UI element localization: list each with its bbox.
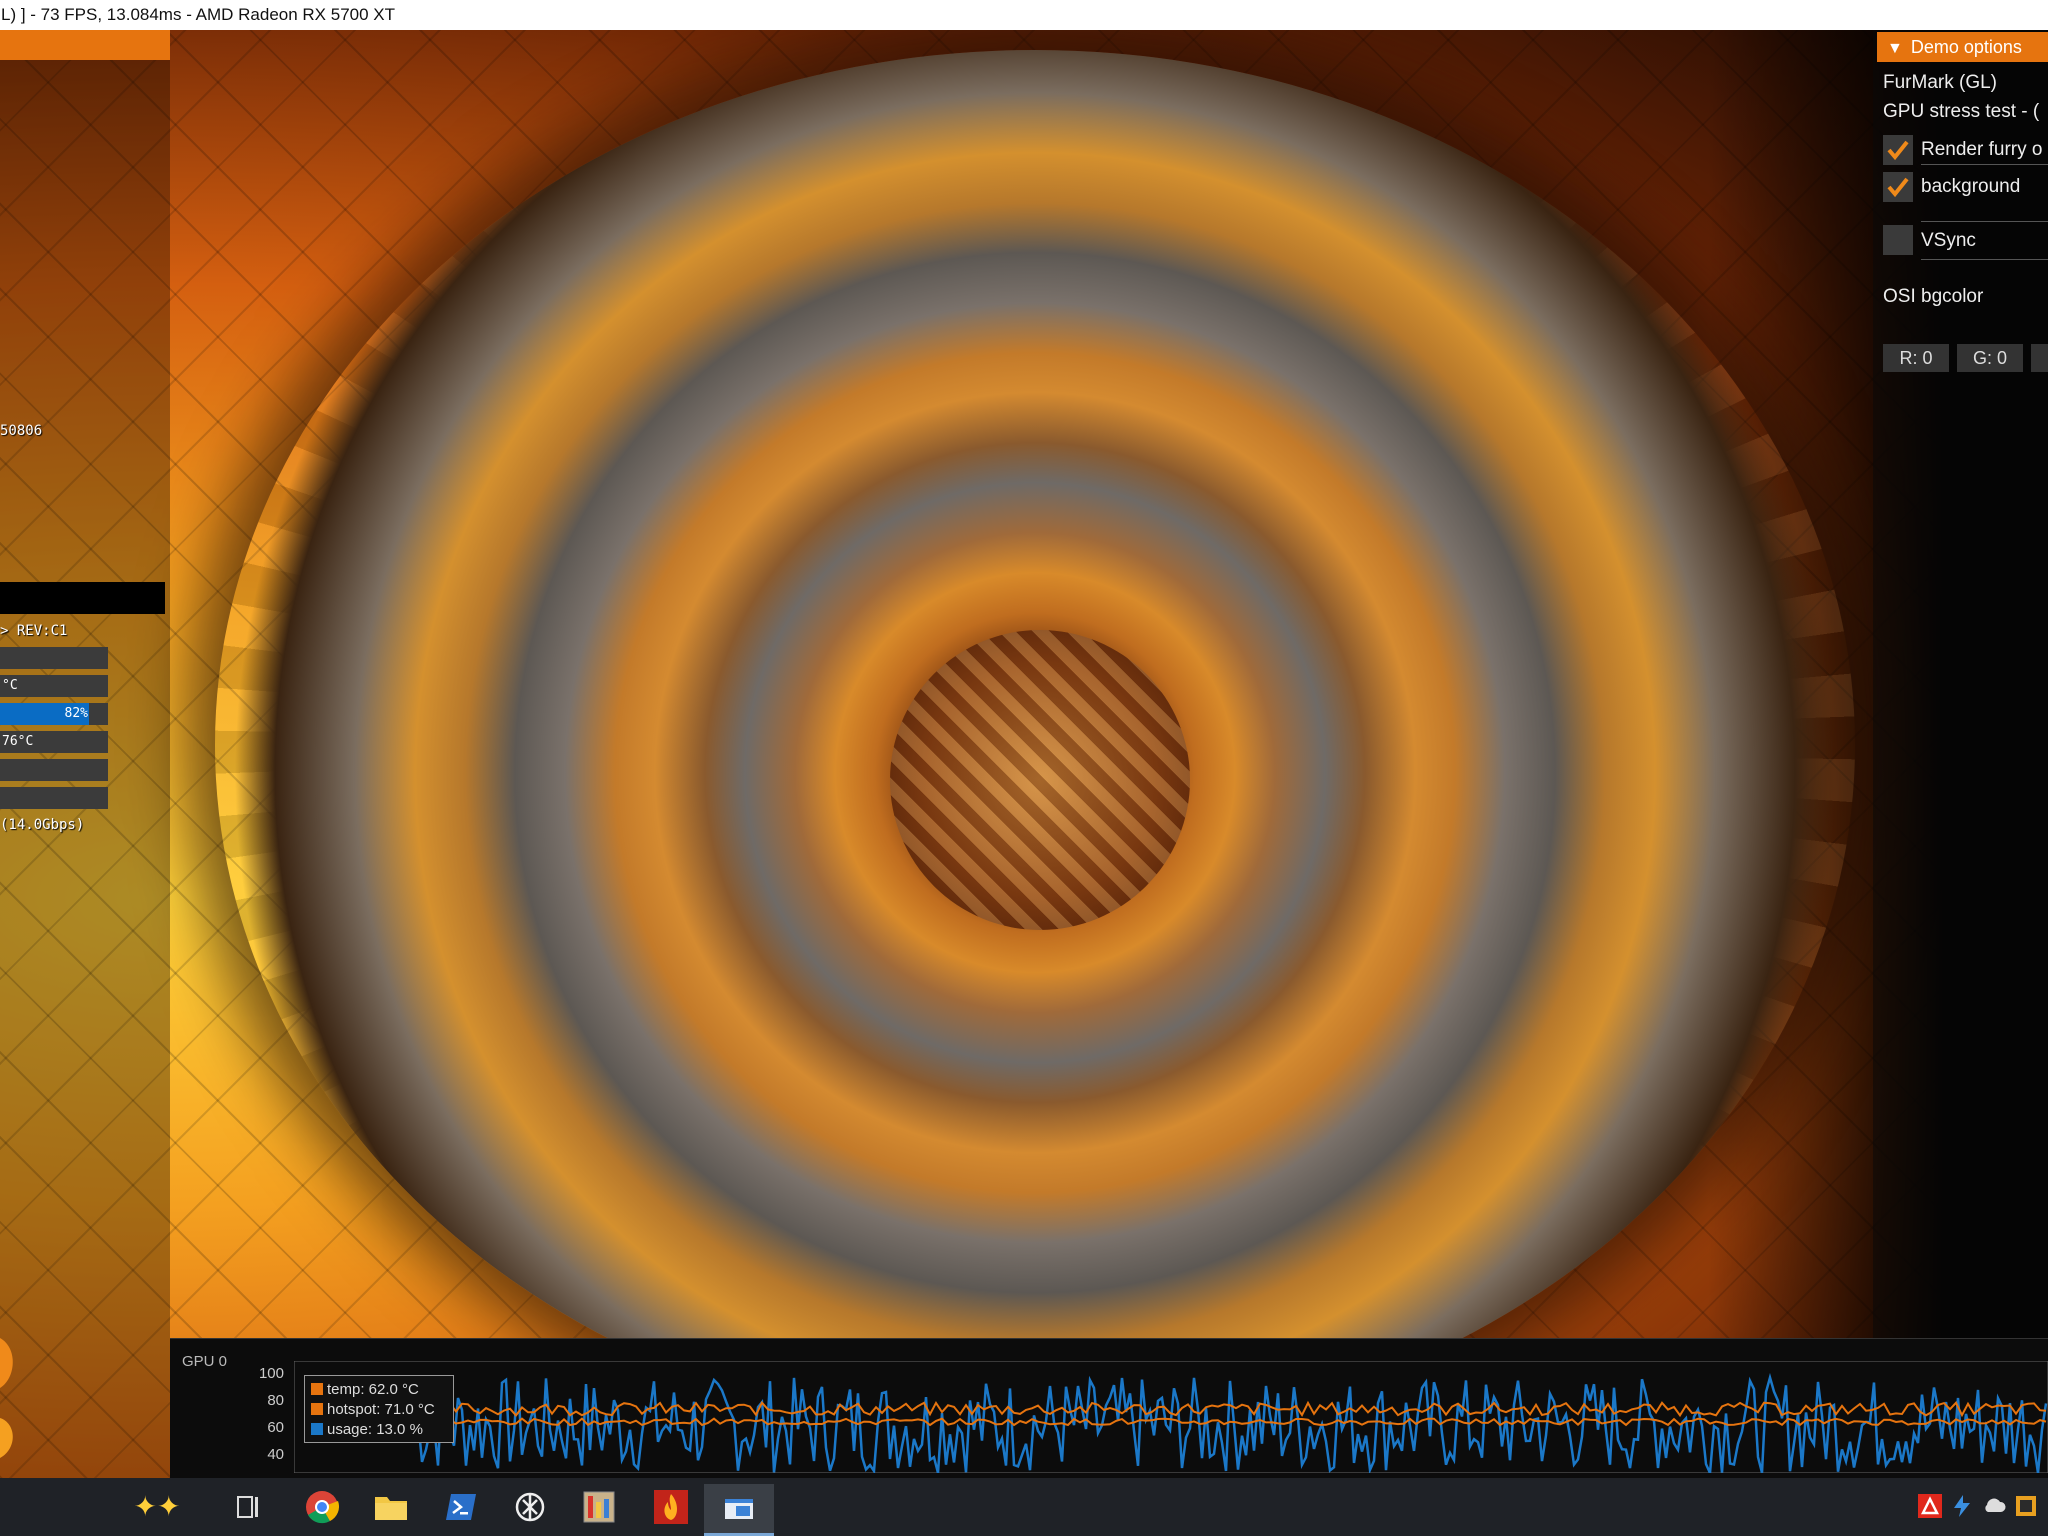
demo-options-header[interactable]: ▼ Demo options [1877, 32, 2048, 62]
chatgpt-icon[interactable] [507, 1484, 553, 1530]
chrome-icon[interactable] [299, 1484, 345, 1530]
bgcolor-label: OSI bgcolor [1883, 286, 1984, 307]
render-furry-checkbox[interactable] [1883, 135, 1913, 165]
gpu-monitor-icon[interactable] [576, 1484, 622, 1530]
window-title: L) ] - 73 FPS, 13.084ms - AMD Radeon RX … [0, 0, 2048, 30]
demo-options-panel: ▼ Demo options FurMark (GL) GPU stress te… [1873, 30, 2048, 1342]
usage-series-line [412, 1372, 2048, 1473]
ytick-100: 100 [258, 1365, 284, 1382]
flash-icon[interactable] [1950, 1494, 1974, 1518]
gpu-label: GPU 0 [182, 1353, 228, 1370]
file-explorer-icon[interactable] [368, 1484, 414, 1530]
osd-mem-line: (14.0Gbps) [0, 817, 85, 833]
separator [1921, 164, 2048, 165]
gpu-graph: GPU 0 100 80 60 40 temp: 62.0 °C hotspot… [170, 1338, 2048, 1479]
app-icon[interactable] [2014, 1494, 2038, 1518]
gpu-graph-plot [294, 1361, 2048, 1473]
osd-header [0, 30, 170, 60]
green-input[interactable]: G: 0 [1957, 344, 2023, 372]
osd-bar-6 [0, 787, 108, 809]
copilot-icon[interactable]: ✦✦ [118, 1484, 196, 1530]
legend-usage: usage: 13.0 % [311, 1420, 447, 1440]
taskbar: ✦✦ [0, 1478, 2048, 1536]
test-mode: GPU stress test - ( [1883, 101, 2040, 122]
osd-id-line: 50806 [0, 423, 43, 439]
app-name: FurMark (GL) [1883, 72, 1997, 93]
cloud-icon[interactable] [1982, 1494, 2006, 1518]
background-checkbox[interactable] [1883, 172, 1913, 202]
active-app-icon[interactable] [704, 1484, 774, 1536]
osd-hotspot-bar: 76°C [0, 731, 108, 753]
legend-temp: temp: 62.0 °C [311, 1380, 447, 1400]
legend-swatch [311, 1403, 323, 1415]
checkmark-icon [1887, 140, 1909, 161]
powershell-icon[interactable] [438, 1484, 484, 1530]
separator [1921, 259, 2048, 260]
osd-black-bar [0, 582, 165, 614]
render-furry-label: Render furry o [1921, 139, 2043, 160]
legend-swatch [311, 1423, 323, 1435]
collapse-triangle-icon[interactable]: ▼ [1887, 34, 1903, 62]
graph-legend: temp: 62.0 °C hotspot: 71.0 °C usage: 13… [304, 1375, 454, 1443]
red-input[interactable]: R: 0 [1883, 344, 1949, 372]
osd-usage-bar: 82% [0, 703, 108, 725]
ytick-40: 40 [267, 1446, 284, 1463]
fur-render-viewport [0, 30, 2048, 1478]
legend-swatch [311, 1383, 323, 1395]
separator [1921, 221, 2048, 222]
osd-bar-5 [0, 759, 108, 781]
osd-bar-1 [0, 647, 108, 669]
fur-donut-hole [890, 630, 1190, 930]
temp-series-line [413, 1417, 2047, 1427]
blue-input[interactable] [2031, 344, 2048, 372]
checkmark-icon [1887, 177, 1909, 198]
osd-panel: 50806 > REV:C1 °C 82% 76°C (14.0Gbps) [0, 30, 170, 1478]
osd-rev-line: > REV:C1 [0, 623, 68, 639]
amd-icon[interactable] [1918, 1494, 1942, 1518]
vsync-label: VSync [1921, 230, 1976, 251]
legend-hotspot: hotspot: 71.0 °C [311, 1400, 447, 1420]
ytick-60: 60 [267, 1419, 284, 1436]
background-label: background [1921, 176, 2021, 197]
vsync-checkbox[interactable] [1883, 225, 1913, 255]
osd-temp-bar: °C [0, 675, 108, 697]
task-view-icon[interactable] [226, 1484, 272, 1530]
furmark-flame-logo [0, 1338, 13, 1458]
furmark-icon[interactable] [646, 1484, 696, 1530]
ytick-80: 80 [267, 1392, 284, 1409]
